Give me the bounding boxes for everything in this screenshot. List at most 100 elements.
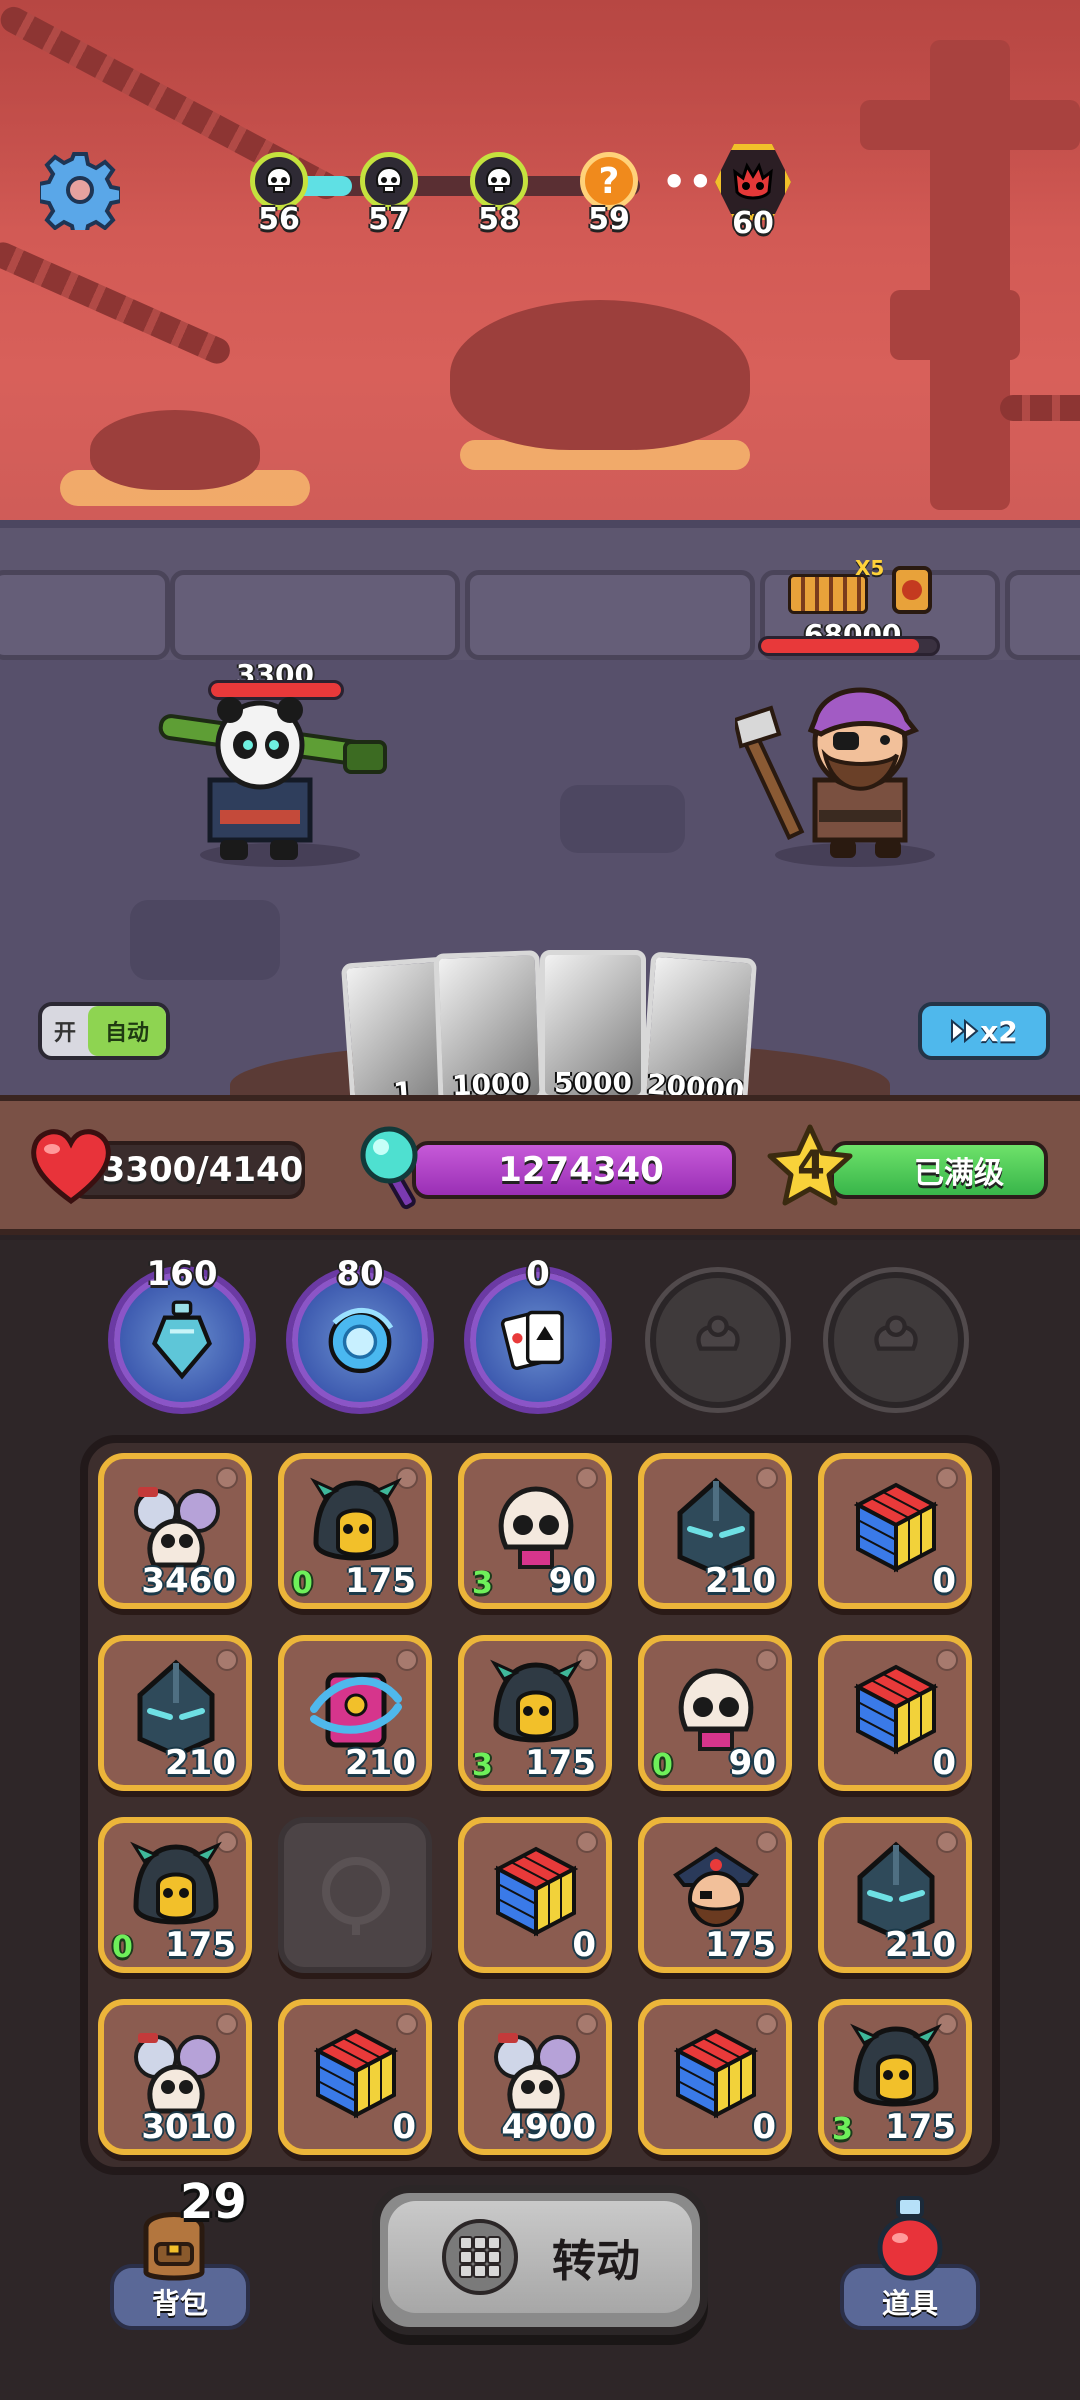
- tile-value: 0: [932, 1743, 956, 1783]
- tile-value: 210: [165, 1743, 236, 1783]
- item-tile[interactable]: 210: [278, 1635, 432, 1791]
- item-tile[interactable]: 175 3: [818, 1999, 972, 2155]
- item-tile[interactable]: 0: [818, 1635, 972, 1791]
- rubik-cube-icon: [846, 1659, 946, 1759]
- tile-level: 0: [112, 1930, 133, 1965]
- item-tile[interactable]: 0: [458, 1817, 612, 1973]
- skill-card-value: 1000: [451, 1066, 531, 1095]
- equipment-slot[interactable]: 80: [292, 1254, 428, 1408]
- item-tile[interactable]: 0: [818, 1453, 972, 1609]
- level-number: 4: [797, 1143, 825, 1189]
- settings-gear-icon[interactable]: [40, 150, 120, 230]
- tile-value: 0: [572, 1925, 596, 1965]
- item-tile[interactable]: 210: [818, 1817, 972, 1973]
- rubik-cube-icon: [846, 1477, 946, 1577]
- tile-level: 3: [472, 1748, 493, 1783]
- skill-card-value: 5000: [554, 1066, 632, 1095]
- pirate-boss-icon: [735, 687, 935, 867]
- enemy-buff-stack: [788, 574, 868, 614]
- item-tile[interactable]: 0: [638, 1999, 792, 2155]
- spin-button-face: 转动: [388, 2201, 692, 2313]
- tile-value: 175: [165, 1925, 236, 1965]
- spin-button[interactable]: 转动: [372, 2185, 708, 2335]
- skill-card[interactable]: 1000: [433, 950, 545, 1095]
- item-tile[interactable]: 210: [98, 1635, 252, 1791]
- bag-button[interactable]: 29 背包: [104, 2174, 256, 2330]
- floating-rock: [450, 300, 750, 450]
- auto-battle-toggle[interactable]: 开 自动: [38, 1002, 170, 1060]
- heart-icon: [31, 1129, 111, 1205]
- wall-brick: [170, 570, 460, 660]
- equipment-slot[interactable]: 0: [470, 1254, 606, 1408]
- tile-value: 175: [885, 2107, 956, 2147]
- skill-card[interactable]: 5000: [540, 950, 646, 1095]
- tile-value: 4900: [501, 2107, 596, 2147]
- item-tile[interactable]: 3460: [98, 1453, 252, 1609]
- background-pillar-base: [890, 290, 1020, 360]
- boss-wave-number: 60: [732, 206, 774, 241]
- slot-count: 160: [146, 1254, 218, 1294]
- tile-value: 210: [885, 1925, 956, 1965]
- tile-level: 0: [292, 1566, 313, 1601]
- spin-label: 转动: [552, 2236, 640, 2287]
- skill-card[interactable]: 20000: [640, 951, 758, 1095]
- empty-icon: [306, 1841, 406, 1941]
- wave-number: 57: [368, 202, 410, 237]
- item-tile[interactable]: 175: [638, 1817, 792, 1973]
- wall-brick: [0, 570, 170, 660]
- level-stat: 已满级: [830, 1141, 1048, 1199]
- slot-count: 0: [526, 1254, 550, 1294]
- item-tile[interactable]: 90 0: [638, 1635, 792, 1791]
- tile-level: 0: [652, 1748, 673, 1783]
- stats-bar: 3300/4140 1274340 已满级 4: [0, 1095, 1080, 1235]
- enemy-rage-icon: [892, 566, 932, 614]
- item-tile[interactable]: 3010: [98, 1999, 252, 2155]
- tile-level: 3: [472, 1566, 493, 1601]
- locked-slot-icon: [675, 1297, 761, 1383]
- wave-number: 56: [258, 202, 300, 237]
- rubik-cube-icon: [666, 2023, 766, 2123]
- mana-value: 1274340: [498, 1150, 664, 1190]
- enemy-hp-bar: [758, 636, 940, 656]
- item-tile[interactable]: 175 0: [98, 1817, 252, 1973]
- hanging-chain: [1000, 395, 1080, 421]
- tile-value: 0: [392, 2107, 416, 2147]
- empty-tile[interactable]: [278, 1817, 432, 1973]
- items-label: 道具: [881, 2287, 938, 2320]
- tile-value: 3010: [141, 2107, 236, 2147]
- tile-level: 3: [832, 2112, 853, 2147]
- items-button[interactable]: 道具: [834, 2190, 986, 2330]
- bag-label: 背包: [151, 2287, 208, 2320]
- item-tile[interactable]: 0: [278, 1999, 432, 2155]
- item-tile[interactable]: 90 3: [458, 1453, 612, 1609]
- level-status: 已满级: [914, 1156, 1004, 1191]
- orb-icon: [317, 1297, 403, 1383]
- item-tile[interactable]: 210: [638, 1453, 792, 1609]
- item-tile[interactable]: 175 3: [458, 1635, 612, 1791]
- equipment-slot[interactable]: 160: [114, 1254, 250, 1408]
- spin-grid-icon: [442, 2219, 518, 2295]
- equipment-slot[interactable]: [828, 1272, 964, 1408]
- battle-scene: 56 57 58? 59 ••• 60 3300 X5 68000 开 自动 x…: [0, 0, 1080, 1095]
- hanging-chain: [0, 238, 235, 368]
- speed-x2-button[interactable]: x2: [918, 1002, 1050, 1060]
- panda-hero-icon: [158, 697, 387, 867]
- potion-icon: [139, 1297, 225, 1383]
- cards-icon: [495, 1297, 581, 1383]
- speed-label: x2: [980, 1014, 1018, 1048]
- rubik-cube-icon: [306, 2023, 406, 2123]
- wave-number: 59: [588, 202, 630, 237]
- item-grid: 3460 175 0 90 3 210 0 210 210 175 3 90 0 0 175 0 0 175 210…: [80, 1435, 1000, 2175]
- tile-value: 175: [345, 1561, 416, 1601]
- item-tile[interactable]: 175 0: [278, 1453, 432, 1609]
- item-tile[interactable]: 4900: [458, 1999, 612, 2155]
- tile-value: 0: [932, 1561, 956, 1601]
- floating-rock: [90, 410, 260, 490]
- background-pillar-crossbar: [860, 100, 1080, 150]
- fast-forward-icon: [951, 1019, 979, 1043]
- tile-value: 3460: [141, 1561, 236, 1601]
- mana-stat: 1274340: [412, 1141, 736, 1199]
- equipment-slot[interactable]: [650, 1272, 786, 1408]
- game-screen: 56 57 58? 59 ••• 60 3300 X5 68000 开 自动 x…: [0, 0, 1080, 2400]
- slot-count: 80: [336, 1254, 384, 1294]
